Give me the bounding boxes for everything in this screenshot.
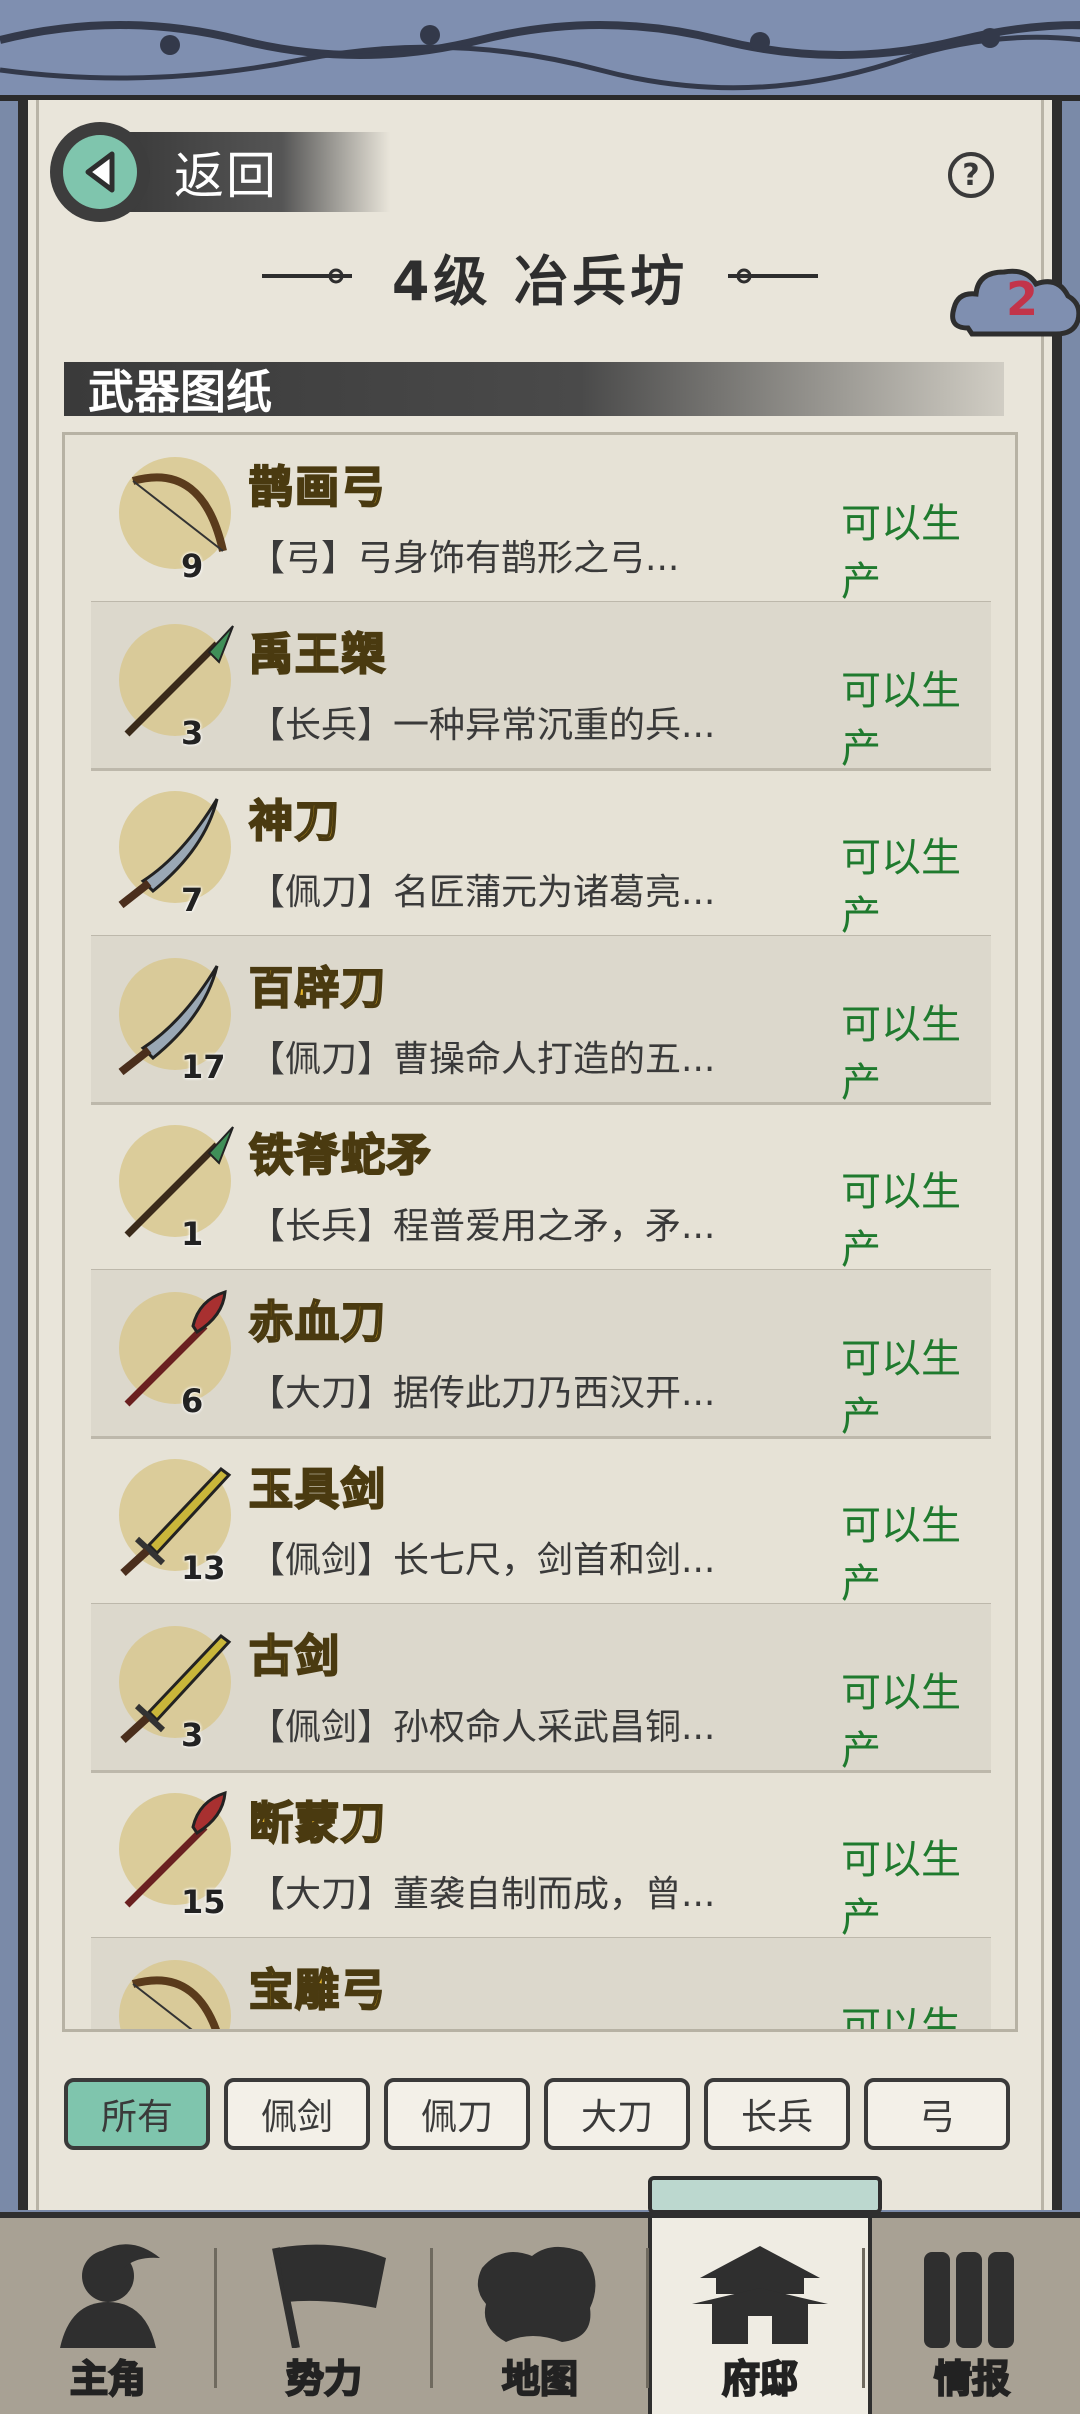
nav-label: 情报 xyxy=(933,2356,1011,2402)
bow-icon xyxy=(113,451,239,581)
weapon-list[interactable]: 9 鹊画弓【弓】弓身饰有鹊形之弓... 可以生产 3 禹王槊【长兵】一种异常沉重的兵..… xyxy=(62,432,1018,2032)
item-status: 可以生产 xyxy=(841,668,961,772)
section-title: 武器图纸 xyxy=(88,365,272,419)
item-status: 可以生产 xyxy=(841,1670,961,1774)
item-description: 【佩刀】名匠蒲元为诸葛亮... xyxy=(249,872,716,913)
item-count: 15 xyxy=(181,1883,226,1921)
item-count: 13 xyxy=(181,1549,226,1587)
weapon-list-item[interactable]: 9 鹊画弓【弓】弓身饰有鹊形之弓... 可以生产 xyxy=(91,435,991,605)
nav-label: 地图 xyxy=(501,2356,579,2402)
nav-divider xyxy=(430,2248,433,2388)
item-count: 1 xyxy=(181,1215,204,1253)
nav-item[interactable]: 势力 xyxy=(216,2218,432,2414)
item-name: 宝雕弓 xyxy=(248,1964,387,2017)
back-button[interactable]: 返回 xyxy=(50,122,390,222)
item-status: 可以生产 xyxy=(841,1503,961,1607)
item-count: 9 xyxy=(181,547,204,585)
item-name: 神刀 xyxy=(248,795,341,848)
saber-icon xyxy=(113,785,239,915)
right-ornament-icon xyxy=(728,268,819,284)
item-name: 断蒙刀 xyxy=(248,1797,387,1850)
page-title: 4级 冶兵坊 xyxy=(391,249,689,313)
item-description: 【大刀】据传此刀乃西汉开... xyxy=(249,1373,716,1414)
weapon-list-item[interactable]: 13 玉具剑【佩剑】长七尺，剑首和剑... 可以生产 xyxy=(91,1437,991,1607)
item-name: 百辟刀 xyxy=(248,962,387,1015)
bow-icon xyxy=(113,1954,239,2029)
nav-label: 府邸 xyxy=(721,2356,799,2402)
nav-item[interactable]: 地图 xyxy=(432,2218,648,2414)
active-tab-cap xyxy=(648,2176,882,2214)
item-description: 【弓】弓身饰有鹊形之弓... xyxy=(249,538,680,579)
item-count: 3 xyxy=(181,714,204,752)
item-name: 玉具剑 xyxy=(248,1463,387,1516)
spear-icon xyxy=(113,618,239,748)
weapon-list-item[interactable]: 7 神刀【佩刀】名匠蒲元为诸葛亮... 可以生产 xyxy=(91,769,991,939)
nav-label: 主角 xyxy=(69,2356,147,2402)
filter-tabs: 所有 佩剑 佩刀 大刀 长兵弓 xyxy=(64,2078,1016,2152)
item-description: 【佩刀】曹操命人打造的五... xyxy=(249,1039,716,1080)
badge-count: 2 xyxy=(1006,272,1039,326)
item-status: 可以生产 xyxy=(841,1336,961,1440)
back-arrow-icon xyxy=(50,122,150,222)
title-row: 4级 冶兵坊 xyxy=(240,236,840,316)
item-status: 可以生产 xyxy=(841,1837,961,1941)
bottom-nav: 主角 势力 地图 府邸 情报 xyxy=(0,2212,1080,2414)
left-ornament-icon xyxy=(261,268,352,284)
spear-icon xyxy=(113,1119,239,1249)
item-description: 【大刀】董袭自制而成，曾... xyxy=(249,1874,716,1915)
filter-tab[interactable]: 长兵 xyxy=(704,2078,850,2150)
item-description: 【长兵】程普爱用之矛，矛... xyxy=(249,1206,716,1247)
item-status: 可以生产 xyxy=(841,501,961,605)
weapon-list-item[interactable]: 17 百辟刀【佩刀】曹操命人打造的五... 可以生产 xyxy=(91,936,991,1106)
item-count: 6 xyxy=(181,1382,204,1420)
sword-icon xyxy=(113,1620,239,1750)
filter-tab[interactable]: 大刀 xyxy=(544,2078,690,2150)
filter-tab[interactable]: 佩剑 xyxy=(224,2078,370,2150)
item-name: 禹王槊 xyxy=(248,628,387,681)
item-status: 可以生产 xyxy=(841,835,961,939)
section-header: 武器图纸 xyxy=(64,362,1004,419)
weapon-list-item[interactable]: 3 禹王槊【长兵】一种异常沉重的兵... 可以生产 xyxy=(91,602,991,772)
item-status: 可以生产 xyxy=(841,1002,961,1106)
nav-label: 势力 xyxy=(285,2356,363,2402)
help-icon[interactable]: ? xyxy=(948,152,994,198)
weapon-list-item[interactable]: 1 铁脊蛇矛【长兵】程普爱用之矛，矛... 可以生产 xyxy=(91,1103,991,1273)
filter-tab[interactable]: 弓 xyxy=(864,2078,1010,2150)
item-count: 17 xyxy=(181,1048,226,1086)
nav-item[interactable]: 主角 xyxy=(0,2218,216,2414)
filter-tab[interactable]: 佩刀 xyxy=(384,2078,530,2150)
top-decorative-band xyxy=(0,0,1080,101)
item-description: 【长兵】一种异常沉重的兵... xyxy=(249,705,716,746)
item-name: 鹊画弓 xyxy=(248,461,387,514)
back-label: 返回 xyxy=(174,147,278,205)
item-description: 【佩剑】孙权命人采武昌铜... xyxy=(249,1707,716,1748)
item-name: 赤血刀 xyxy=(248,1296,387,1349)
nav-divider xyxy=(646,2248,649,2388)
item-description: 【佩剑】长七尺，剑首和剑... xyxy=(249,1540,716,1581)
glaive-icon xyxy=(113,1286,239,1416)
item-count: 3 xyxy=(181,1716,204,1754)
item-count: 7 xyxy=(181,881,204,919)
weapon-list-item[interactable]: 15 断蒙刀【大刀】董袭自制而成，曾... 可以生产 xyxy=(91,1771,991,1941)
cloud-badge[interactable]: 2 xyxy=(948,258,1080,348)
item-status: 可以生产 xyxy=(841,2004,961,2032)
nav-divider xyxy=(214,2248,217,2388)
weapon-list-item[interactable]: 3 古剑【佩剑】孙权命人采武昌铜... 可以生产 xyxy=(91,1604,991,1774)
item-status: 可以生产 xyxy=(841,1169,961,1273)
nav-item[interactable]: 府邸 xyxy=(648,2218,872,2414)
item-name: 铁脊蛇矛 xyxy=(248,1129,433,1182)
filter-tab[interactable]: 所有 xyxy=(64,2078,210,2150)
weapon-list-item[interactable]: 宝雕弓可以生产 xyxy=(91,1938,991,2032)
weapon-list-item[interactable]: 6 赤血刀【大刀】据传此刀乃西汉开... 可以生产 xyxy=(91,1270,991,1440)
nav-divider xyxy=(862,2248,865,2388)
item-name: 古剑 xyxy=(248,1630,341,1683)
nav-item[interactable]: 情报 xyxy=(864,2218,1080,2414)
